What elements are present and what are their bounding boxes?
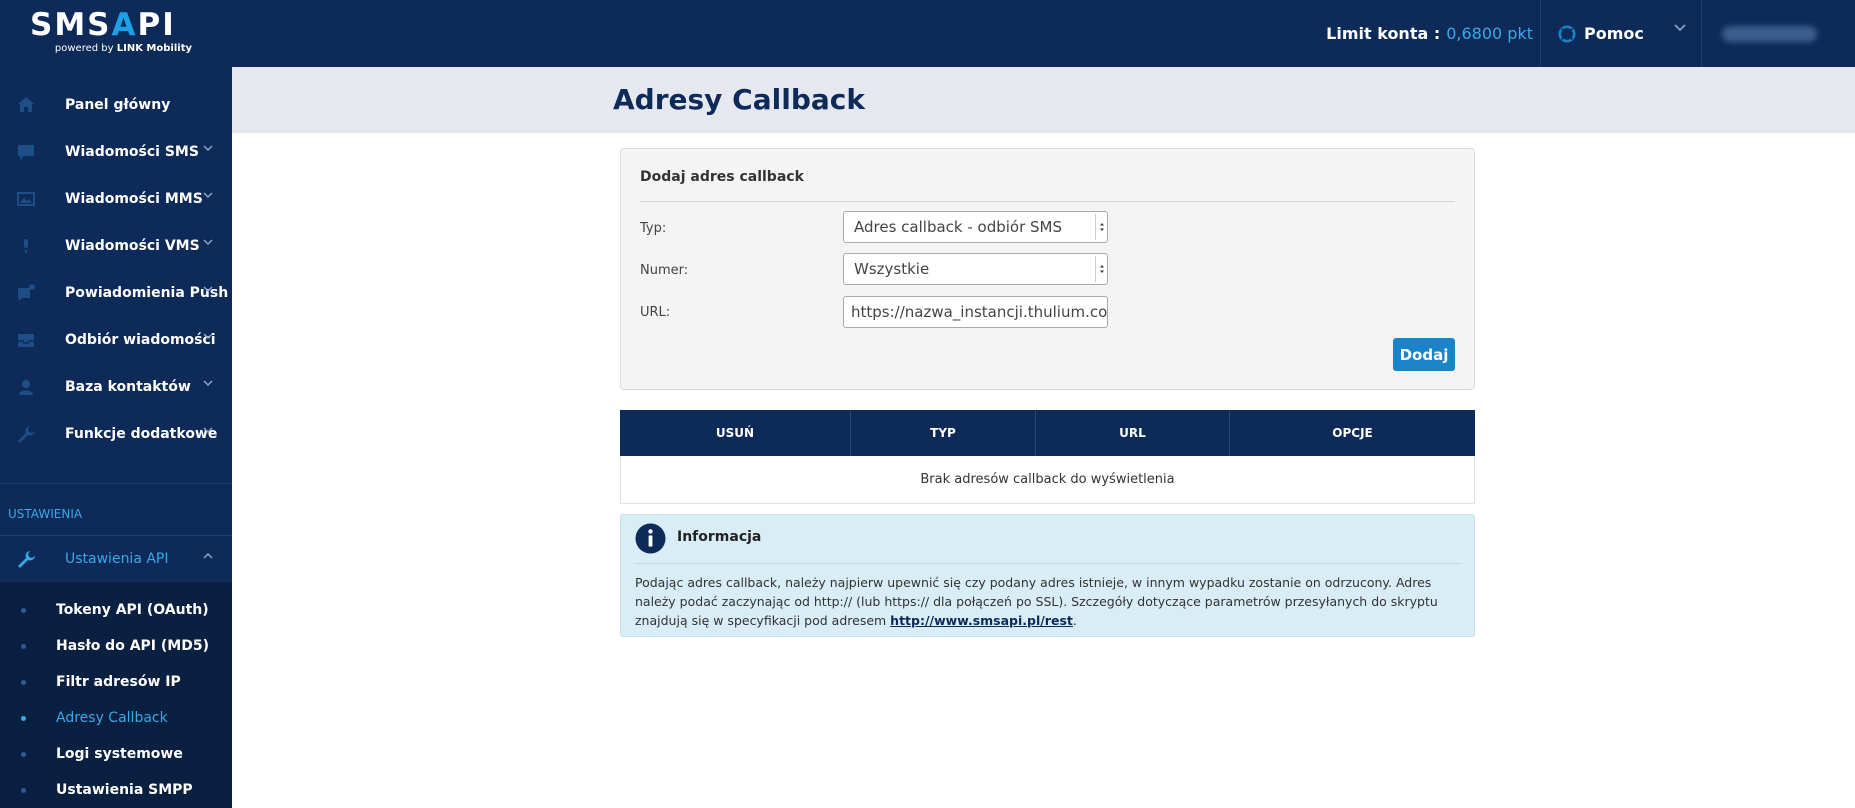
sidebar-subitem-label: Filtr adresów IP: [56, 674, 181, 690]
sidebar-item-api-settings[interactable]: Ustawienia API: [0, 535, 232, 582]
sidebar-item-extras[interactable]: Funkcje dodatkowe: [0, 410, 232, 457]
sidebar-divider: [0, 483, 232, 484]
help-label: Pomoc: [1584, 24, 1644, 43]
chat-icon: [18, 144, 34, 160]
sidebar-subitem-label: Adresy Callback: [56, 710, 168, 726]
page-header: Adresy Callback: [232, 67, 1855, 133]
bullet-icon: [21, 679, 26, 685]
info-text: Podając adres callback, należy najpierw …: [635, 573, 1461, 630]
sidebar: Panel główny Wiadomości SMS Wiadomości M…: [0, 67, 232, 808]
limit-label: Limit konta :: [1326, 24, 1441, 43]
logo-wordmark: SMSAPI: [30, 7, 176, 43]
logo[interactable]: SMSAPI powered by LINK Mobility: [30, 8, 200, 54]
sidebar-subitem-system-logs[interactable]: Logi systemowe: [0, 736, 232, 772]
sidebar-subitem-callback-addresses[interactable]: Adresy Callback: [0, 700, 232, 736]
chevron-down-icon: [203, 333, 213, 340]
sidebar-item-label: Ustawienia API: [65, 550, 169, 567]
sidebar-item-sms[interactable]: Wiadomości SMS: [0, 128, 232, 175]
bullet-icon: [21, 751, 26, 757]
callback-table: USUŃ TYP URL OPCJE Brak adresów callback…: [620, 410, 1475, 504]
chevron-down-icon: [203, 427, 213, 434]
sidebar-item-label: Baza kontaktów: [65, 378, 191, 395]
lifebuoy-icon: [1558, 24, 1576, 43]
chevron-down-icon: [203, 239, 213, 246]
chevron-down-icon: [203, 192, 213, 199]
sidebar-item-inbox[interactable]: Odbiór wiadomości: [0, 316, 232, 363]
select-arrow-icon: [1095, 256, 1107, 282]
chevron-down-icon: [203, 145, 213, 152]
sidebar-item-contacts[interactable]: Baza kontaktów: [0, 363, 232, 410]
number-select-value: Wszystkie: [854, 260, 930, 278]
wrench-icon: [18, 550, 35, 568]
user-name-blurred: [1722, 25, 1817, 42]
help-menu[interactable]: Pomoc: [1540, 0, 1700, 67]
sidebar-item-vms[interactable]: Wiadomości VMS: [0, 222, 232, 269]
sidebar-item-label: Panel główny: [65, 96, 171, 113]
sidebar-subitem-oauth-tokens[interactable]: Tokeny API (OAuth): [0, 592, 232, 628]
number-label: Numer:: [640, 263, 689, 278]
microphone-icon: [24, 238, 28, 253]
image-icon: [17, 191, 35, 206]
sidebar-subitem-smpp-settings[interactable]: Ustawienia SMPP: [0, 772, 232, 808]
sidebar-item-label: Wiadomości SMS: [65, 143, 199, 160]
api-spec-link[interactable]: http://www.smsapi.pl/rest: [890, 613, 1073, 628]
limit-value: 0,6800 pkt: [1446, 24, 1533, 43]
add-callback-panel: Dodaj adres callback Typ: Adres callback…: [620, 148, 1475, 390]
wrench-icon: [18, 425, 35, 443]
url-input[interactable]: https://nazwa_instancji.thulium.com: [843, 296, 1108, 328]
sidebar-item-label: Odbiór wiadomości: [65, 331, 216, 348]
info-body-end: .: [1072, 613, 1077, 628]
add-button[interactable]: Dodaj: [1393, 338, 1455, 371]
sidebar-subitem-label: Ustawienia SMPP: [56, 782, 193, 798]
sidebar-subitem-ip-filter[interactable]: Filtr adresów IP: [0, 664, 232, 700]
sidebar-item-push[interactable]: Powiadomienia Push: [0, 269, 232, 316]
type-select[interactable]: Adres callback - odbiór SMS: [843, 211, 1108, 243]
url-label: URL:: [640, 305, 671, 320]
chevron-down-icon: [203, 286, 213, 293]
bullet-icon: [21, 787, 26, 793]
sidebar-subitem-label: Logi systemowe: [56, 746, 183, 762]
push-icon: [18, 283, 35, 301]
account-limit: Limit konta : 0,6800 pkt: [1326, 0, 1533, 67]
select-arrow-icon: [1095, 214, 1107, 240]
info-box: Informacja Podając adres callback, należ…: [620, 514, 1475, 637]
sidebar-item-dashboard[interactable]: Panel główny: [0, 81, 232, 128]
column-header-type[interactable]: TYP: [851, 410, 1036, 456]
info-icon: [635, 523, 666, 554]
inbox-icon: [18, 333, 34, 347]
chevron-down-icon: [203, 380, 213, 387]
top-bar: SMSAPI powered by LINK Mobility Limit ko…: [0, 0, 1855, 67]
info-title: Informacja: [677, 529, 762, 545]
panel-divider: [640, 201, 1455, 202]
sidebar-item-label: Funkcje dodatkowe: [65, 425, 218, 442]
column-header-options[interactable]: OPCJE: [1230, 410, 1475, 456]
home-icon: [18, 96, 34, 112]
info-divider: [635, 563, 1461, 564]
contacts-icon: [19, 379, 33, 395]
column-header-url[interactable]: URL: [1036, 410, 1230, 456]
sidebar-item-label: Wiadomości VMS: [65, 237, 200, 254]
bullet-icon: [21, 715, 26, 721]
bullet-icon: [21, 643, 26, 649]
type-label: Typ:: [640, 221, 667, 236]
sidebar-item-label: Wiadomości MMS: [65, 190, 203, 207]
chevron-up-icon: [203, 552, 213, 559]
bullet-icon: [21, 607, 26, 613]
sidebar-subitem-label: Hasło do API (MD5): [56, 638, 209, 654]
chevron-down-icon: [1674, 24, 1686, 32]
sidebar-section-settings: USTAWIENIA: [8, 507, 83, 521]
logo-tagline: powered by LINK Mobility: [54, 43, 192, 54]
table-header: USUŃ TYP URL OPCJE: [620, 410, 1475, 456]
sidebar-subitem-label: Tokeny API (OAuth): [56, 602, 209, 618]
type-select-value: Adres callback - odbiór SMS: [854, 218, 1063, 236]
sidebar-item-mms[interactable]: Wiadomości MMS: [0, 175, 232, 222]
sidebar-subitem-api-password[interactable]: Hasło do API (MD5): [0, 628, 232, 664]
table-empty-row: Brak adresów callback do wyświetlenia: [620, 456, 1475, 504]
panel-title: Dodaj adres callback: [640, 169, 804, 185]
number-select[interactable]: Wszystkie: [843, 253, 1108, 285]
column-header-delete[interactable]: USUŃ: [620, 410, 851, 456]
user-menu[interactable]: [1702, 0, 1855, 67]
page-title: Adresy Callback: [613, 83, 865, 116]
